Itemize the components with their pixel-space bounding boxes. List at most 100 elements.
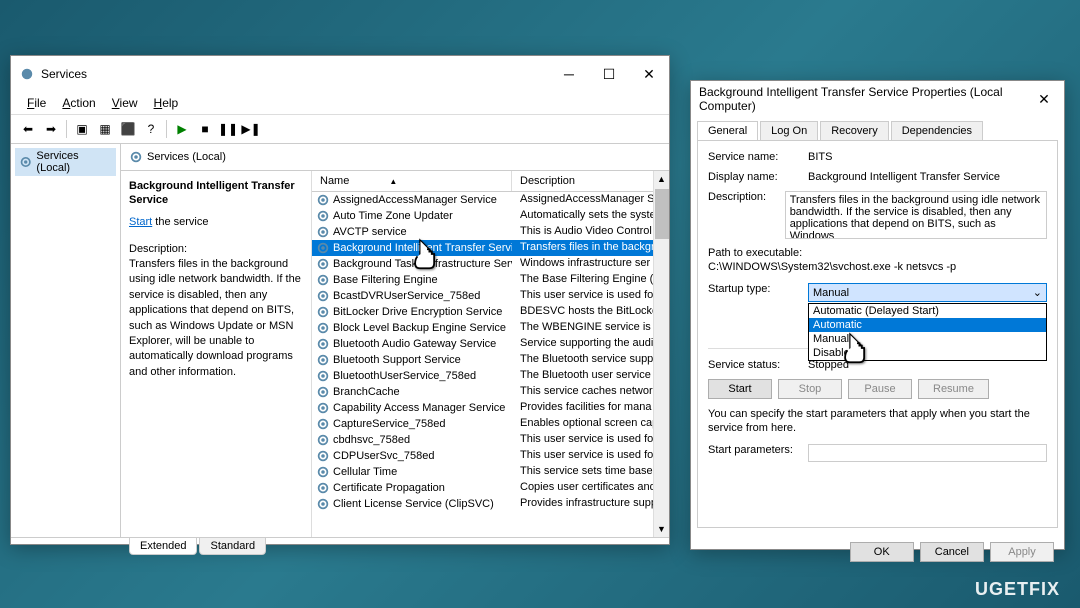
service-row[interactable]: CDPUserSvc_758ed This user service is use… (312, 448, 669, 464)
ok-button[interactable]: OK (850, 542, 914, 562)
play-icon[interactable]: ▶ (171, 118, 193, 140)
service-row[interactable]: CaptureService_758edEnables optional scr… (312, 416, 669, 432)
menu-view[interactable]: View (104, 94, 146, 112)
menu-file[interactable]: File (19, 94, 54, 112)
service-desc: This user service is used for (512, 449, 669, 463)
gear-icon (316, 321, 330, 335)
pause-button: Pause (848, 379, 912, 399)
start-button[interactable]: Start (708, 379, 772, 399)
cancel-button[interactable]: Cancel (920, 542, 984, 562)
label-display-name: Display name: (708, 171, 808, 183)
gear-icon (316, 305, 330, 319)
service-desc: Transfers files in the backgr (512, 241, 669, 255)
service-desc: BDESVC hosts the BitLocker (512, 305, 669, 319)
tab-logon[interactable]: Log On (760, 121, 818, 140)
service-row[interactable]: cbdhsvc_758edThis user service is used f… (312, 432, 669, 448)
service-name: Background Tasks Infrastructure Service (333, 258, 512, 270)
tab-general[interactable]: General (697, 121, 758, 140)
column-name[interactable]: Name▲ (312, 171, 512, 191)
gear-icon (316, 289, 330, 303)
menu-action[interactable]: Action (54, 94, 103, 112)
minimize-button[interactable]: ─ (549, 60, 589, 88)
pause-icon[interactable]: ❚❚ (217, 118, 239, 140)
services-window: Services ─ ☐ ✕ File Action View Help ⬅ ➡… (10, 55, 670, 545)
gear-icon (316, 273, 330, 287)
service-row[interactable]: BranchCacheThis service caches network (312, 384, 669, 400)
gear-icon (316, 449, 330, 463)
service-name: Bluetooth Audio Gateway Service (333, 338, 496, 350)
service-row[interactable]: Block Level Backup Engine ServiceThe WBE… (312, 320, 669, 336)
props-titlebar[interactable]: Background Intelligent Transfer Service … (691, 81, 1064, 117)
service-desc: Provides facilities for mana (512, 401, 669, 415)
service-row[interactable]: Capability Access Manager ServiceProvide… (312, 400, 669, 416)
tab-extended[interactable]: Extended (129, 538, 197, 555)
close-button[interactable]: ✕ (629, 60, 669, 88)
service-row[interactable]: Auto Time Zone UpdaterAutomatically sets… (312, 208, 669, 224)
startup-type-select[interactable]: Manual ⌄ (808, 283, 1047, 302)
props-tabs: General Log On Recovery Dependencies (691, 117, 1064, 140)
vertical-scrollbar[interactable]: ▲ ▼ (653, 171, 669, 537)
stop-icon[interactable]: ■ (194, 118, 216, 140)
service-row[interactable]: Base Filtering EngineThe Base Filtering … (312, 272, 669, 288)
menu-help[interactable]: Help (146, 94, 187, 112)
view-tabs: Extended Standard (11, 537, 669, 555)
scroll-thumb[interactable] (655, 189, 669, 239)
tab-dependencies[interactable]: Dependencies (891, 121, 983, 140)
service-name: AVCTP service (333, 226, 407, 238)
service-row[interactable]: BluetoothUserService_758edThe Bluetooth … (312, 368, 669, 384)
service-name: BluetoothUserService_758ed (333, 370, 476, 382)
service-row[interactable]: Bluetooth Support ServiceThe Bluetooth s… (312, 352, 669, 368)
back-icon[interactable]: ⬅ (17, 118, 39, 140)
chevron-down-icon: ⌄ (1033, 286, 1042, 299)
service-row[interactable]: Background Intelligent Transfer ServiceT… (312, 240, 669, 256)
gear-icon (316, 241, 330, 255)
service-row[interactable]: Background Tasks Infrastructure ServiceW… (312, 256, 669, 272)
service-row[interactable]: AssignedAccessManager ServiceAssignedAcc… (312, 192, 669, 208)
service-desc: The WBENGINE service is us (512, 321, 669, 335)
titlebar[interactable]: Services ─ ☐ ✕ (11, 56, 669, 92)
dropdown-option[interactable]: Automatic (809, 318, 1046, 332)
description-textarea[interactable]: Transfers files in the background using … (785, 191, 1047, 239)
gear-icon (316, 209, 330, 223)
service-row[interactable]: BcastDVRUserService_758edThis user servi… (312, 288, 669, 304)
gear-icon (316, 385, 330, 399)
service-row[interactable]: Certificate Propagation Copies user certi… (312, 480, 669, 496)
service-name: Cellular Time (333, 466, 397, 478)
tab-standard[interactable]: Standard (199, 538, 266, 555)
scroll-up-icon[interactable]: ▲ (654, 171, 669, 187)
dropdown-option[interactable]: Manual (809, 332, 1046, 346)
props-close-button[interactable]: ✕ (1024, 85, 1064, 113)
tree-root[interactable]: Services (Local) (15, 148, 116, 176)
service-row[interactable]: AVCTP serviceThis is Audio Video Control (312, 224, 669, 240)
service-name: Certificate Propagation (333, 482, 445, 494)
stop-button: Stop (778, 379, 842, 399)
gear-icon (316, 433, 330, 447)
service-row[interactable]: Client License Service (ClipSVC)Provides… (312, 496, 669, 512)
column-description[interactable]: Description (512, 171, 669, 191)
service-list[interactable]: AssignedAccessManager ServiceAssignedAcc… (312, 192, 669, 537)
tab-recovery[interactable]: Recovery (820, 121, 888, 140)
service-row[interactable]: Cellular TimeThis service sets time base… (312, 464, 669, 480)
service-desc: Automatically sets the syste (512, 209, 669, 223)
services-app-icon (19, 66, 35, 82)
show-hide-icon[interactable]: ▣ (71, 118, 93, 140)
gear-icon (316, 193, 330, 207)
gear-icon (316, 465, 330, 479)
scroll-down-icon[interactable]: ▼ (654, 521, 669, 537)
start-params-input[interactable] (808, 444, 1047, 462)
restart-icon[interactable]: ▶❚ (240, 118, 262, 140)
service-name: Bluetooth Support Service (333, 354, 461, 366)
service-row[interactable]: BitLocker Drive Encryption ServiceBDESVC… (312, 304, 669, 320)
service-name: CDPUserSvc_758ed (333, 450, 435, 462)
maximize-button[interactable]: ☐ (589, 60, 629, 88)
startup-dropdown[interactable]: Automatic (Delayed Start)AutomaticManual… (808, 303, 1047, 361)
properties-icon[interactable]: ▦ (94, 118, 116, 140)
service-desc: Copies user certificates and (512, 481, 669, 495)
service-row[interactable]: Bluetooth Audio Gateway ServiceService s… (312, 336, 669, 352)
help-icon[interactable]: ? (140, 118, 162, 140)
export-icon[interactable]: ⬛ (117, 118, 139, 140)
dropdown-option[interactable]: Disabled (809, 346, 1046, 360)
forward-icon[interactable]: ➡ (40, 118, 62, 140)
start-link[interactable]: Start (129, 216, 152, 228)
dropdown-option[interactable]: Automatic (Delayed Start) (809, 304, 1046, 318)
